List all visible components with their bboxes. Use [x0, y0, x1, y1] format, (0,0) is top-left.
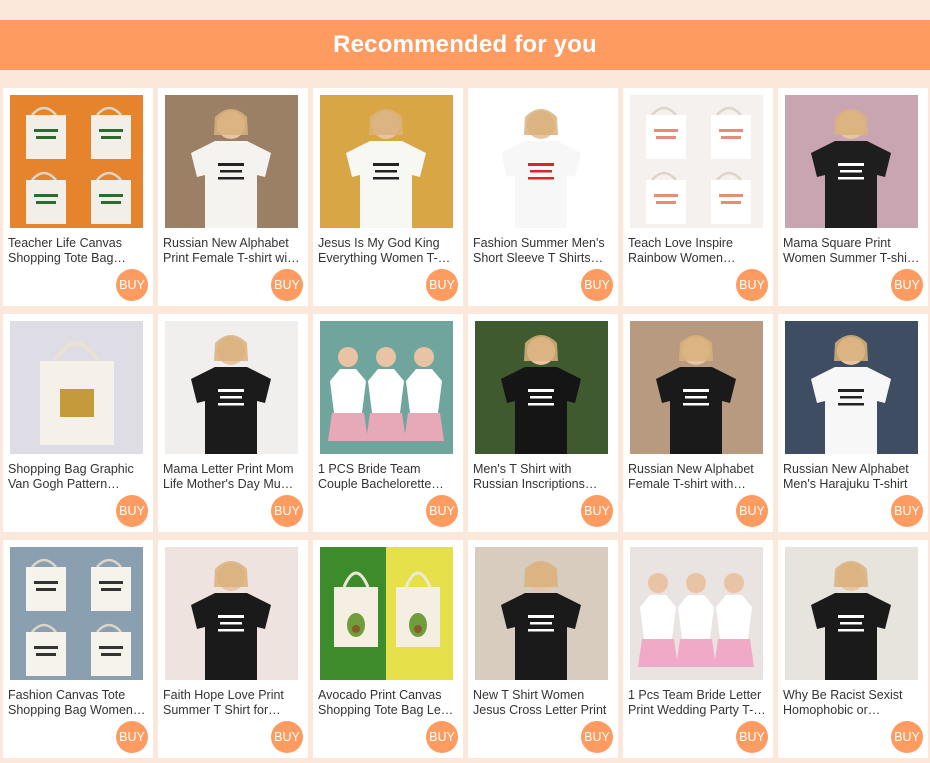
buy-button[interactable]: BUY	[426, 495, 458, 527]
buy-button[interactable]: BUY	[891, 269, 923, 301]
product-image[interactable]	[475, 321, 608, 454]
buy-button[interactable]: BUY	[426, 269, 458, 301]
product-card[interactable]: 1 Pcs Team Bride Letter Print Wedding Pa…	[623, 540, 773, 758]
product-image[interactable]	[630, 321, 763, 454]
product-image[interactable]	[10, 95, 143, 228]
product-title[interactable]: Russian New Alphabet Men's Harajuku T-sh…	[783, 462, 921, 492]
buy-button[interactable]: BUY	[116, 721, 148, 753]
product-card[interactable]: Jesus Is My God King Everything Women T-…	[313, 88, 463, 306]
buy-button[interactable]: BUY	[736, 721, 768, 753]
section-title: Recommended for you	[333, 31, 597, 58]
product-title[interactable]: New T Shirt Women Jesus Cross Letter Pri…	[473, 688, 611, 718]
buy-button[interactable]: BUY	[581, 721, 613, 753]
product-image[interactable]	[475, 547, 608, 680]
buy-button[interactable]: BUY	[116, 269, 148, 301]
product-card[interactable]: 1 PCS Bride Team Couple Bachelorette Par…	[313, 314, 463, 532]
buy-button[interactable]: BUY	[271, 269, 303, 301]
buy-button[interactable]: BUY	[581, 269, 613, 301]
product-card[interactable]: Shopping Bag Graphic Van Gogh Pattern Ca…	[3, 314, 153, 532]
product-card[interactable]: Mama Letter Print Mom Life Mother's Day …	[158, 314, 308, 532]
buy-button[interactable]: BUY	[426, 721, 458, 753]
product-title[interactable]: Men's T Shirt with Russian Inscriptions …	[473, 462, 611, 492]
product-title[interactable]: Fashion Canvas Tote Shopping Bag Women W…	[8, 688, 146, 718]
product-title[interactable]: Mama Letter Print Mom Life Mother's Day …	[163, 462, 301, 492]
buy-button[interactable]: BUY	[736, 269, 768, 301]
product-title[interactable]: Fashion Summer Men's Short Sleeve T Shir…	[473, 236, 611, 266]
product-title[interactable]: 1 Pcs Team Bride Letter Print Wedding Pa…	[628, 688, 766, 718]
product-title[interactable]: Jesus Is My God King Everything Women T-…	[318, 236, 456, 266]
buy-button[interactable]: BUY	[581, 495, 613, 527]
recommended-banner: Recommended for you	[0, 20, 930, 70]
product-title[interactable]: Faith Hope Love Print Summer T Shirt for…	[163, 688, 301, 718]
product-card[interactable]: Fashion Summer Men's Short Sleeve T Shir…	[468, 88, 618, 306]
product-title[interactable]: Russian New Alphabet Print Female T-shir…	[163, 236, 301, 266]
product-card[interactable]: New T Shirt Women Jesus Cross Letter Pri…	[468, 540, 618, 758]
product-card[interactable]: Russian New Alphabet Print Female T-shir…	[158, 88, 308, 306]
product-title[interactable]: Russian New Alphabet Female T-shirt with…	[628, 462, 766, 492]
product-title[interactable]: Shopping Bag Graphic Van Gogh Pattern Ca…	[8, 462, 146, 492]
buy-button[interactable]: BUY	[271, 721, 303, 753]
product-image[interactable]	[165, 547, 298, 680]
product-title[interactable]: 1 PCS Bride Team Couple Bachelorette Par…	[318, 462, 456, 492]
product-image[interactable]	[165, 95, 298, 228]
product-image[interactable]	[630, 547, 763, 680]
product-title[interactable]: Why Be Racist Sexist Homophobic or Trans…	[783, 688, 921, 718]
product-card[interactable]: Teacher Life Canvas Shopping Tote Bag Te…	[3, 88, 153, 306]
product-image[interactable]	[320, 321, 453, 454]
product-card[interactable]: Men's T Shirt with Russian Inscriptions …	[468, 314, 618, 532]
product-image[interactable]	[785, 321, 918, 454]
product-image[interactable]	[10, 547, 143, 680]
buy-button[interactable]: BUY	[891, 721, 923, 753]
product-image[interactable]	[320, 547, 453, 680]
product-card[interactable]: Teach Love Inspire Rainbow Women Canvas …	[623, 88, 773, 306]
product-grid: Teacher Life Canvas Shopping Tote Bag Te…	[3, 88, 928, 758]
product-card[interactable]: Fashion Canvas Tote Shopping Bag Women W…	[3, 540, 153, 758]
product-title[interactable]: Mama Square Print Women Summer T-shirt M…	[783, 236, 921, 266]
product-card[interactable]: Avocado Print Canvas Shopping Tote Bag L…	[313, 540, 463, 758]
buy-button[interactable]: BUY	[116, 495, 148, 527]
product-card[interactable]: Russian New Alphabet Female T-shirt with…	[623, 314, 773, 532]
product-card[interactable]: Russian New Alphabet Men's Harajuku T-sh…	[778, 314, 928, 532]
product-card[interactable]: Mama Square Print Women Summer T-shirt M…	[778, 88, 928, 306]
product-image[interactable]	[630, 95, 763, 228]
product-title[interactable]: Avocado Print Canvas Shopping Tote Bag L…	[318, 688, 456, 718]
product-card[interactable]: Faith Hope Love Print Summer T Shirt for…	[158, 540, 308, 758]
product-image[interactable]	[475, 95, 608, 228]
product-card[interactable]: Why Be Racist Sexist Homophobic or Trans…	[778, 540, 928, 758]
buy-button[interactable]: BUY	[736, 495, 768, 527]
product-image[interactable]	[165, 321, 298, 454]
product-title[interactable]: Teach Love Inspire Rainbow Women Canvas …	[628, 236, 766, 266]
product-image[interactable]	[10, 321, 143, 454]
product-image[interactable]	[320, 95, 453, 228]
product-image[interactable]	[785, 547, 918, 680]
buy-button[interactable]: BUY	[271, 495, 303, 527]
buy-button[interactable]: BUY	[891, 495, 923, 527]
product-image[interactable]	[785, 95, 918, 228]
product-title[interactable]: Teacher Life Canvas Shopping Tote Bag Te…	[8, 236, 146, 266]
